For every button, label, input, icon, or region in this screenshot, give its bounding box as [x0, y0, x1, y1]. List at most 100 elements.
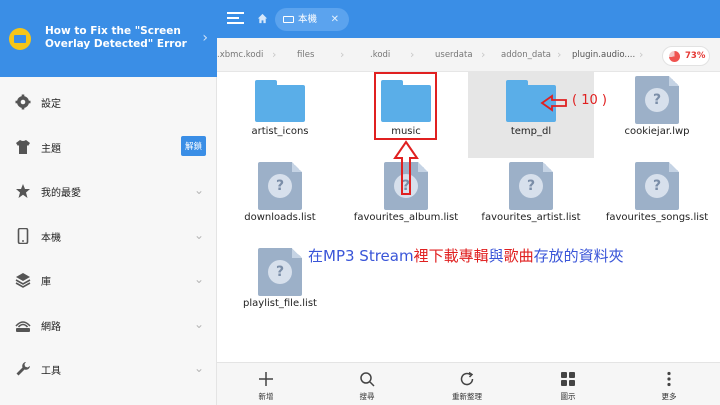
file-item-folder-selected[interactable]: temp_dl: [468, 72, 594, 158]
file-item-folder[interactable]: artist_icons: [217, 72, 343, 158]
sidebar-item-favorites[interactable]: 我的最愛 ⌄: [0, 169, 217, 214]
sidebar-item-library[interactable]: 庫 ⌄: [0, 258, 217, 303]
close-tab-icon[interactable]: ✕: [331, 8, 339, 31]
breadcrumb-item[interactable]: addon_data: [501, 50, 551, 60]
chevron-right-icon: ›: [481, 48, 486, 61]
menu-icon[interactable]: [227, 12, 244, 24]
chevron-down-icon[interactable]: ⌄: [194, 361, 204, 375]
button-label: 更多: [661, 392, 677, 401]
file-item-unknown[interactable]: ? downloads.list: [217, 158, 343, 244]
gear-icon: [15, 94, 31, 110]
file-name: cookiejar.lwp: [624, 126, 690, 137]
breadcrumb-item[interactable]: .kodi: [370, 50, 390, 60]
promo-title: How to Fix the "Screen Overlay Detected"…: [45, 25, 187, 50]
sidebar-item-theme[interactable]: 主題 解鎖: [0, 125, 217, 170]
grid-icon: [561, 372, 575, 386]
sidebar-promo-banner[interactable]: How to Fix the "Screen Overlay Detected"…: [0, 0, 217, 77]
file-item-unknown[interactable]: ? cookiejar.lwp: [594, 72, 720, 158]
chevron-down-icon[interactable]: ⌄: [194, 228, 204, 242]
chevron-right-icon: ›: [410, 48, 415, 61]
wrench-icon: [16, 362, 30, 376]
breadcrumb-item[interactable]: files: [297, 50, 314, 60]
file-item-unknown[interactable]: ? favourites_songs.list: [594, 158, 720, 244]
file-item-unknown[interactable]: ? favourites_artist.list: [468, 158, 594, 244]
file-manager-app: How to Fix the "Screen Overlay Detected"…: [0, 0, 720, 405]
sidebar-item-label: 工具: [41, 366, 61, 377]
unknown-file-icon: ?: [635, 76, 679, 124]
caption-segment: 在MP3 Stream: [308, 247, 414, 265]
sidebar-item-settings[interactable]: 設定: [0, 80, 217, 125]
unknown-file-icon: ?: [258, 248, 302, 296]
sidebar-item-label: 網路: [41, 321, 61, 333]
sidebar: How to Fix the "Screen Overlay Detected"…: [0, 0, 217, 405]
breadcrumb-item-current[interactable]: plugin.audio....: [572, 50, 635, 60]
folder-icon: [255, 80, 305, 122]
home-icon[interactable]: [257, 13, 268, 24]
annotation-caption: 在MP3 Stream裡下載專輯與歌曲存放的資料夾: [308, 245, 624, 266]
sidebar-item-local[interactable]: 本機 ⌄: [0, 214, 217, 259]
file-name: downloads.list: [244, 212, 316, 223]
new-button[interactable]: 新增: [236, 363, 296, 405]
chevron-right-icon: ›: [557, 48, 562, 61]
storage-percent: 73%: [685, 51, 706, 61]
breadcrumb-item[interactable]: userdata: [435, 50, 473, 60]
refresh-icon: [460, 371, 474, 386]
storage-pie-icon: [669, 51, 680, 62]
sidebar-item-label: 我的最愛: [41, 188, 81, 199]
storage-indicator[interactable]: 73%: [662, 46, 710, 66]
file-name: artist_icons: [251, 126, 309, 137]
more-vertical-icon: [667, 371, 671, 387]
file-grid: artist_icons music temp_dl ? cookiejar.l…: [217, 72, 720, 362]
button-label: 搜尋: [359, 392, 375, 401]
tab-local[interactable]: 本機 ✕: [275, 8, 350, 31]
chevron-right-icon: ›: [639, 48, 644, 61]
chevron-right-icon: ›: [272, 48, 277, 61]
sidebar-menu: 設定 主題 解鎖 我的最愛 ⌄ 本機 ⌄ 庫 ⌄ 網路 ⌄ 工具 ⌄: [0, 80, 217, 392]
caption-segment: 與: [488, 247, 504, 265]
button-label: 圖示: [560, 392, 576, 401]
more-button[interactable]: 更多: [639, 363, 699, 405]
annotation-arrow-up-icon: [393, 140, 419, 195]
unknown-file-icon: ?: [635, 162, 679, 210]
search-button[interactable]: 搜尋: [337, 363, 397, 405]
file-name: favourites_songs.list: [605, 212, 709, 223]
annotation-highlight-box: [374, 72, 437, 140]
mail-icon: [9, 28, 31, 50]
tab-label: 本機: [298, 14, 318, 25]
caption-segment: 裡下載專輯: [413, 247, 489, 265]
chevron-down-icon[interactable]: ⌄: [194, 183, 204, 197]
annotation-count-label: ( 10 ): [572, 93, 607, 108]
unknown-file-icon: ?: [509, 162, 553, 210]
annotation-arrow-left-icon: [540, 94, 567, 112]
network-icon: [15, 320, 31, 332]
file-name: playlist_file.list: [243, 298, 317, 309]
layers-icon: [15, 273, 31, 288]
file-name: temp_dl: [510, 126, 552, 137]
sidebar-item-label: 主題: [41, 143, 61, 155]
sidebar-item-label: 設定: [41, 99, 61, 110]
caption-segment: 存放的資料夾: [533, 247, 624, 265]
sidebar-item-label: 本機: [41, 232, 61, 244]
breadcrumb: .xbmc.kodi › files › .kodi › userdata › …: [217, 38, 720, 72]
sidebar-item-label: 庫: [41, 277, 51, 288]
unknown-file-icon: ?: [258, 162, 302, 210]
star-icon: [16, 184, 30, 198]
plus-icon: [259, 372, 273, 386]
breadcrumb-item[interactable]: .xbmc.kodi: [217, 50, 263, 60]
chevron-right-icon: ›: [202, 30, 208, 46]
chevron-down-icon[interactable]: ⌄: [194, 317, 204, 331]
sidebar-item-tools[interactable]: 工具 ⌄: [0, 347, 217, 392]
refresh-button[interactable]: 重新整理: [437, 363, 497, 405]
unlock-badge[interactable]: 解鎖: [180, 135, 206, 156]
file-name: favourites_artist.list: [481, 212, 581, 223]
device-icon: [283, 16, 294, 23]
view-mode-button[interactable]: 圖示: [538, 363, 598, 405]
shirt-icon: [16, 139, 30, 154]
file-name: favourites_album.list: [353, 212, 459, 223]
chevron-right-icon: ›: [340, 48, 345, 61]
phone-icon: [17, 227, 29, 244]
caption-segment: 歌曲: [503, 247, 534, 265]
chevron-down-icon[interactable]: ⌄: [194, 272, 204, 286]
button-label: 新增: [258, 392, 274, 401]
sidebar-item-network[interactable]: 網路 ⌄: [0, 303, 217, 348]
